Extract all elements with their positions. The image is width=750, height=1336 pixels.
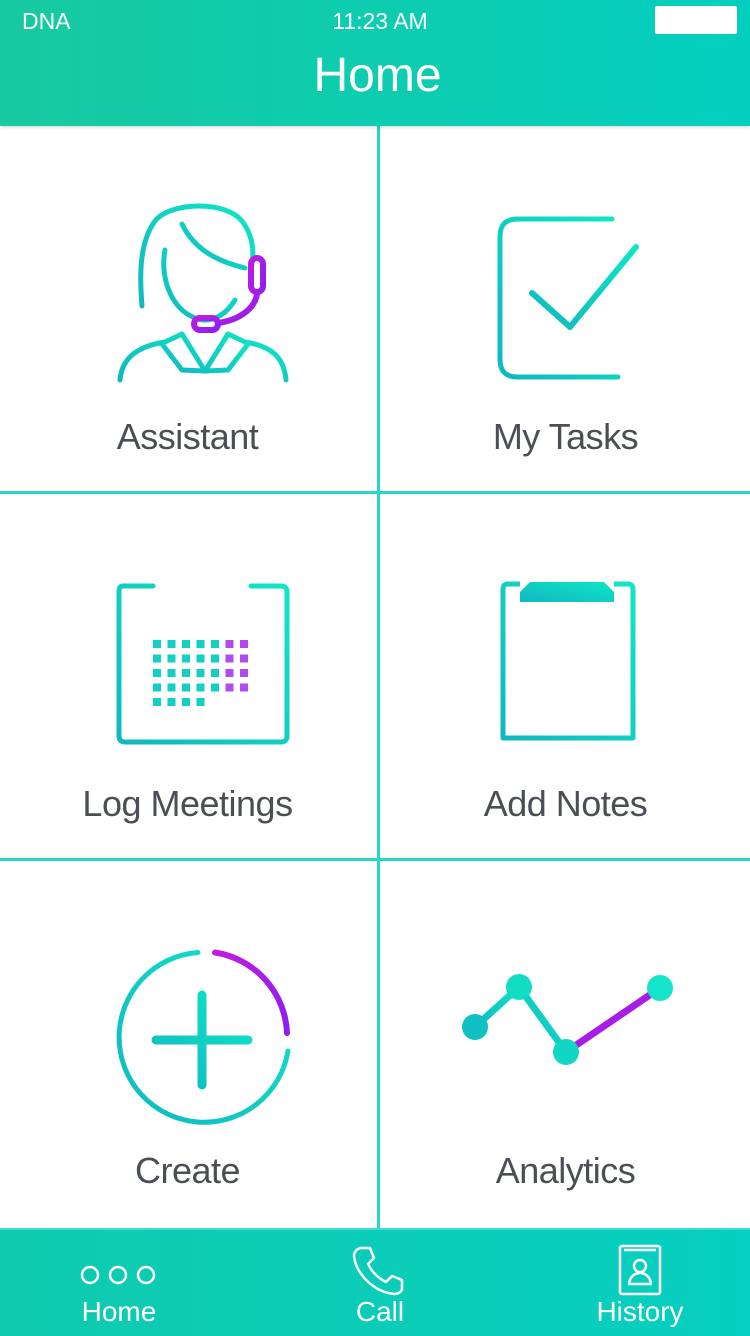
tile-label: Analytics bbox=[495, 1150, 636, 1191]
checkbox-check-icon bbox=[497, 216, 639, 380]
tile-log-meetings[interactable]: Log Meetings bbox=[0, 493, 375, 860]
calendar-dot bbox=[225, 683, 234, 692]
calendar-dot bbox=[225, 640, 234, 648]
tab-label: History bbox=[596, 1296, 684, 1327]
clipboard-notes-icon bbox=[500, 581, 636, 741]
tile-label: Add Notes bbox=[483, 783, 648, 824]
calendar-dot bbox=[211, 654, 219, 663]
calendar-dot bbox=[240, 654, 248, 663]
tile-label: Assistant bbox=[116, 416, 259, 457]
calendar-dot bbox=[167, 698, 176, 706]
calendar-dot bbox=[153, 654, 161, 663]
tab-label: Home bbox=[81, 1296, 157, 1327]
tab-call[interactable]: Call bbox=[320, 1230, 440, 1336]
tile-create[interactable]: Create bbox=[0, 860, 375, 1227]
tile-my-tasks[interactable]: My Tasks bbox=[378, 126, 750, 493]
calendar-dot bbox=[211, 683, 219, 692]
calendar-dot bbox=[182, 698, 190, 706]
calendar-dot bbox=[196, 698, 205, 706]
plus-circle-icon bbox=[116, 949, 291, 1125]
calendar-icon bbox=[116, 571, 290, 745]
calendar-dot bbox=[225, 669, 234, 677]
calendar-dot bbox=[240, 683, 248, 692]
calendar-dots bbox=[153, 640, 248, 706]
calendar-dot bbox=[196, 669, 205, 677]
app-header: DNA 11:23 AM Home bbox=[0, 0, 750, 126]
headset-agent-icon bbox=[117, 203, 289, 383]
grid-divider-horizontal bbox=[0, 491, 750, 494]
calendar-dot bbox=[182, 683, 190, 692]
tile-add-notes[interactable]: Add Notes bbox=[378, 493, 750, 860]
tile-label: Log Meetings bbox=[82, 783, 293, 824]
line-graph-icon bbox=[462, 974, 673, 1065]
calendar-dot bbox=[153, 698, 161, 706]
calendar-dot bbox=[153, 669, 161, 677]
calendar-dot bbox=[196, 683, 205, 692]
calendar-dot bbox=[153, 683, 161, 692]
calendar-dot bbox=[196, 640, 205, 648]
three-dots-icon bbox=[80, 1265, 156, 1285]
calendar-dot bbox=[182, 669, 190, 677]
tile-label: Create bbox=[134, 1150, 241, 1191]
battery-icon bbox=[655, 6, 737, 34]
tab-bar: Home Call History bbox=[0, 1228, 750, 1336]
page-title: Home bbox=[313, 49, 442, 102]
tab-history[interactable]: History bbox=[580, 1230, 700, 1336]
grid-divider-horizontal bbox=[0, 858, 750, 861]
calendar-dot bbox=[211, 669, 219, 677]
calendar-dot bbox=[167, 640, 176, 648]
tile-analytics[interactable]: Analytics bbox=[378, 860, 750, 1227]
calendar-dot bbox=[167, 669, 176, 677]
calendar-dot bbox=[182, 640, 190, 648]
calendar-dot bbox=[167, 654, 176, 663]
calendar-dot bbox=[196, 654, 205, 663]
calendar-dot bbox=[225, 654, 234, 663]
phone-icon bbox=[352, 1246, 404, 1296]
calendar-dot bbox=[240, 669, 248, 677]
grid-divider-vertical bbox=[377, 126, 380, 1228]
calendar-dot bbox=[167, 683, 176, 692]
tile-assistant[interactable]: Assistant bbox=[0, 126, 375, 493]
status-time: 11:23 AM bbox=[332, 8, 428, 34]
calendar-dot bbox=[182, 654, 190, 663]
tab-home[interactable]: Home bbox=[40, 1230, 198, 1336]
tab-label: Call bbox=[355, 1296, 405, 1327]
calendar-dot bbox=[211, 640, 219, 648]
contact-book-icon bbox=[618, 1244, 662, 1296]
calendar-dot bbox=[240, 640, 248, 648]
calendar-dot bbox=[153, 640, 161, 648]
tile-label: My Tasks bbox=[492, 416, 639, 457]
